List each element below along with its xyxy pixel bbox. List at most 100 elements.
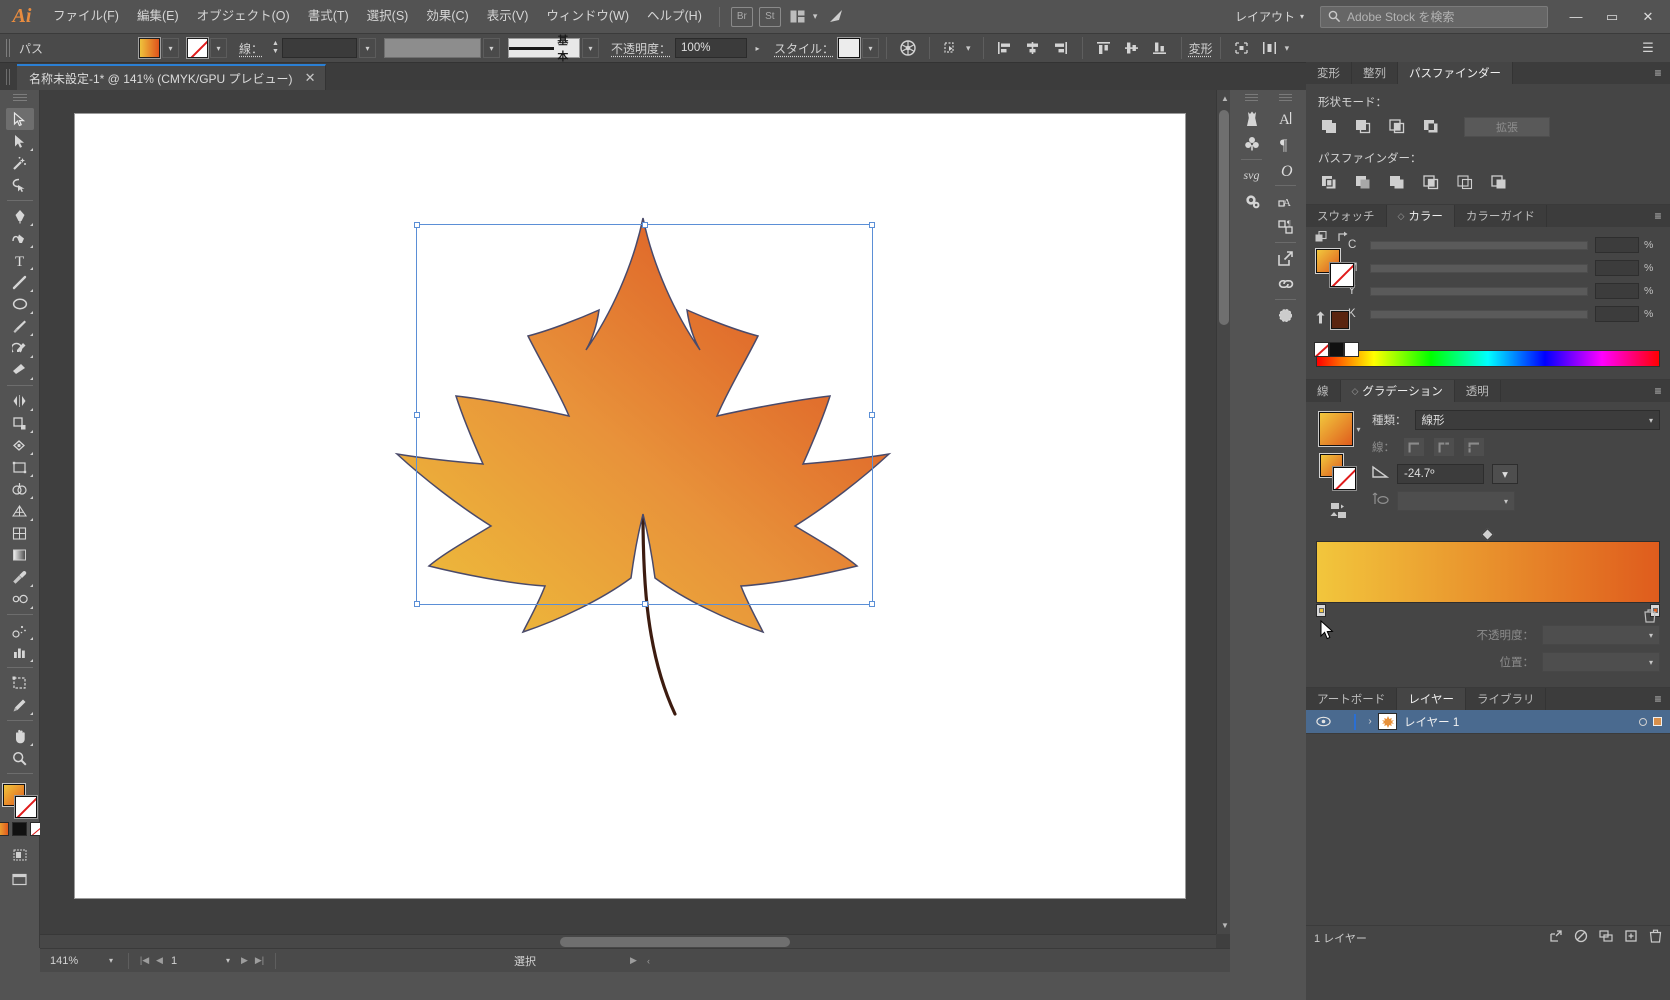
intersect-icon[interactable] [1384, 116, 1412, 138]
layer-name[interactable]: レイヤー 1 [1404, 714, 1459, 730]
control-panel-menu-icon[interactable]: ☰ [1636, 36, 1660, 60]
handle-bottom-left[interactable] [414, 601, 420, 607]
handle-top-center[interactable] [641, 222, 648, 228]
tab-align[interactable]: 整列 [1352, 62, 1398, 84]
artboard-number-input[interactable]: 1 [167, 952, 219, 969]
minus-back-icon[interactable] [1486, 172, 1514, 194]
color-spectrum-bar[interactable] [1316, 350, 1660, 367]
maximize-button[interactable]: ▭ [1594, 3, 1630, 31]
opacity-label[interactable]: 不透明度： [611, 40, 671, 57]
dock-a-grip[interactable] [1245, 94, 1258, 102]
gradient-midpoint-handle[interactable] [1481, 528, 1494, 541]
align-right-icon[interactable] [1049, 36, 1073, 60]
gradient-preview-swatch[interactable] [1318, 411, 1355, 447]
threaded-text-icon[interactable]: ¶ [1273, 214, 1298, 240]
stroke-along-icon[interactable] [1433, 437, 1455, 457]
zoom-level-input[interactable]: 141% [50, 952, 102, 969]
align-center-horizontal-icon[interactable] [1021, 36, 1045, 60]
transform-label[interactable]: 変形 [1189, 40, 1213, 57]
selection-tool[interactable] [5, 108, 34, 130]
align-left-icon[interactable] [993, 36, 1017, 60]
status-expand-icon[interactable]: ▶ [626, 955, 641, 966]
gradient-type-select[interactable]: 線形 ▾ [1414, 410, 1660, 430]
next-artboard-button[interactable]: ▶ [237, 955, 252, 966]
pathfinder-panel-menu-icon[interactable]: ≡ [1646, 62, 1670, 84]
workspace-switcher[interactable]: レイアウト ▾ [1227, 4, 1312, 29]
gradient-position-input[interactable]: ▾ [1542, 652, 1660, 672]
free-transform-tool[interactable] [6, 456, 34, 478]
gradient-slider[interactable] [1316, 528, 1660, 623]
artboard-chevron-down-icon[interactable]: ▾ [219, 952, 237, 969]
toolbar-stroke-swatch[interactable] [13, 795, 38, 819]
crop-icon[interactable] [1418, 172, 1446, 194]
channel-slider-c[interactable] [1370, 240, 1588, 250]
layers-panel-menu-icon[interactable]: ≡ [1646, 688, 1670, 710]
channel-input-k[interactable] [1595, 306, 1639, 322]
canvas-area[interactable]: ▲ ▼ [40, 90, 1230, 948]
graphic-style-swatch[interactable] [837, 37, 862, 59]
stroke-chevron-down-icon[interactable]: ▾ [210, 38, 227, 58]
direct-selection-tool[interactable] [6, 130, 34, 152]
canvas-vertical-scrollbar[interactable]: ▲ ▼ [1216, 90, 1230, 934]
arrange-documents-icon[interactable] [787, 7, 809, 27]
last-artboard-button[interactable]: ▶| [252, 955, 267, 966]
last-used-color-swatch[interactable] [1330, 310, 1350, 330]
stroke-within-icon[interactable] [1403, 437, 1425, 457]
swap-fill-stroke-icon[interactable] [1336, 231, 1349, 249]
channel-input-c[interactable] [1595, 237, 1639, 253]
tab-pathfinder[interactable]: パスファインダー [1398, 62, 1513, 84]
toolbar-grip[interactable] [12, 94, 27, 103]
variable-width-profile-select[interactable] [384, 38, 482, 58]
color-panel-menu-icon[interactable]: ≡ [1646, 205, 1670, 227]
links-icon[interactable] [1273, 271, 1298, 297]
channel-input-y[interactable] [1595, 283, 1639, 299]
menu-effect[interactable]: 効果(C) [417, 0, 477, 33]
target-indicator-icon[interactable] [1639, 717, 1647, 726]
menu-window[interactable]: ウィンドウ(W) [537, 0, 638, 33]
color-fill-stroke-swatches[interactable] [1315, 248, 1356, 289]
menu-select[interactable]: 選択(S) [358, 0, 418, 33]
bridge-icon[interactable]: Br [730, 6, 753, 27]
tab-swatches[interactable]: スウォッチ [1306, 205, 1387, 227]
document-tab[interactable]: 名称未設定-1* @ 141% (CMYK/GPU プレビュー) ✕ [17, 64, 327, 90]
none-swatch[interactable] [1314, 342, 1329, 357]
style-label[interactable]: スタイル： [774, 40, 834, 57]
type-tool[interactable]: T [6, 249, 34, 271]
stroke-weight-chevron-icon[interactable]: ▾ [359, 38, 377, 58]
mesh-tool[interactable] [6, 522, 34, 544]
channel-slider-m[interactable] [1370, 263, 1588, 273]
perspective-grid-tool[interactable] [6, 500, 34, 522]
stroke-profile-select[interactable]: 基本 [508, 35, 581, 63]
menu-help[interactable]: ヘルプ(H) [638, 0, 711, 33]
expand-button[interactable]: 拡張 [1464, 117, 1550, 137]
chevron-right-icon[interactable]: › [1362, 716, 1378, 727]
area-type-options-icon[interactable]: A [1273, 188, 1298, 214]
fill-stroke-controls[interactable] [1, 783, 38, 819]
white-swatch[interactable] [1344, 342, 1359, 357]
actions-icon[interactable] [1239, 188, 1264, 214]
delete-gradient-stop-icon[interactable] [1644, 609, 1656, 626]
curvature-tool[interactable] [6, 227, 34, 249]
brushes-icon[interactable] [1239, 105, 1264, 131]
unite-icon[interactable] [1316, 116, 1344, 138]
eyedropper-tool[interactable] [6, 566, 34, 588]
opacity-expand-icon[interactable]: ▸ [749, 38, 767, 58]
menu-view[interactable]: 表示(V) [478, 0, 538, 33]
stroke-weight-input[interactable] [282, 38, 358, 58]
menu-type[interactable]: 書式(T) [299, 0, 358, 33]
stock-icon[interactable]: St [758, 6, 781, 27]
reverse-gradient-icon[interactable] [1330, 502, 1350, 525]
locate-object-icon[interactable] [1549, 929, 1563, 946]
gradient-ramp-bar[interactable] [1316, 541, 1660, 603]
tab-color[interactable]: ◇ カラー [1386, 205, 1455, 227]
new-sublayer-icon[interactable] [1599, 929, 1613, 946]
asset-export-icon[interactable] [1273, 245, 1298, 271]
trim-icon[interactable] [1350, 172, 1378, 194]
handle-bottom-center[interactable] [641, 601, 648, 607]
canvas-vertical-scroll-thumb[interactable] [1219, 110, 1229, 325]
tab-transform[interactable]: 変形 [1306, 62, 1352, 84]
control-bar-grip[interactable] [6, 39, 11, 57]
stroke-across-icon[interactable] [1463, 437, 1485, 457]
canvas-horizontal-scrollbar[interactable] [40, 934, 1216, 948]
gradient-angle-chevron-icon[interactable]: ▾ [1492, 464, 1518, 484]
